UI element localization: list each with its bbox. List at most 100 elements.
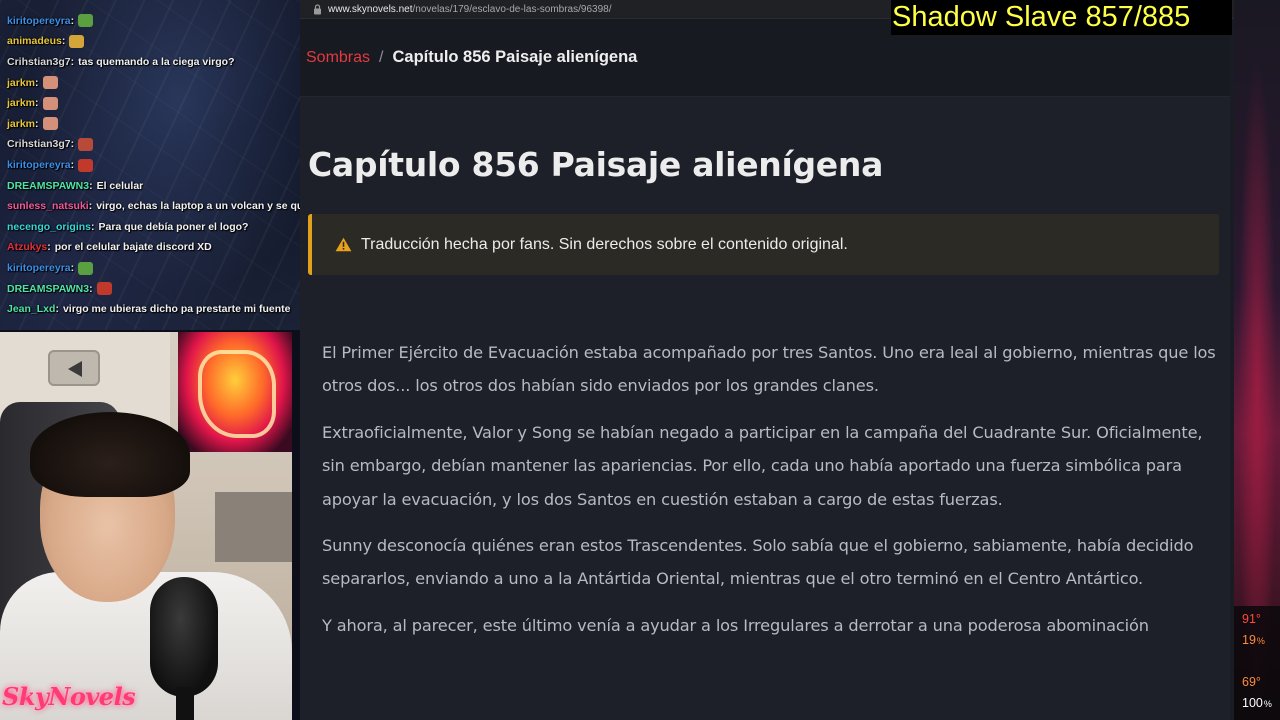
chat-emote-icon bbox=[42, 76, 58, 90]
stat-spacer bbox=[1242, 654, 1280, 675]
chat-username[interactable]: DREAMSPAWN3 bbox=[7, 180, 89, 192]
stream-title-overlay: Shadow Slave 857/885 bbox=[891, 0, 1232, 35]
browser-window: www.skynovels.net/novelas/179/esclavo-de… bbox=[300, 0, 1234, 720]
stat-load-2-unit: % bbox=[1263, 699, 1272, 709]
hardware-stats-overlay: 91° 19% 69° 100% bbox=[1234, 606, 1280, 720]
stat-load-1-unit: % bbox=[1256, 636, 1265, 646]
chat-message: Crihstian3g7 : tas quemando a la ciega vi… bbox=[0, 52, 300, 73]
paragraph: Y ahora, al parecer, este último venía a… bbox=[322, 615, 1149, 635]
chat-message: Crihstian3g7 : bbox=[0, 134, 300, 155]
chat-overlay: kiritopereyra : animadeus : Crihstian3g7 :… bbox=[0, 0, 300, 330]
chat-colon: : bbox=[55, 303, 59, 316]
chat-message: sunless_natsuki : virgo, echas la laptop … bbox=[0, 196, 300, 217]
chat-message-text: virgo, echas la laptop a un volcan y se … bbox=[96, 200, 300, 213]
chat-colon: : bbox=[70, 159, 75, 172]
chat-username[interactable]: kiritopereyra bbox=[7, 262, 71, 274]
chat-lines: kiritopereyra : animadeus : Crihstian3g7 :… bbox=[0, 0, 300, 320]
chat-message: kiritopereyra : bbox=[0, 155, 300, 176]
chat-colon: : bbox=[91, 220, 95, 233]
chat-colon: : bbox=[47, 241, 51, 254]
chat-username[interactable]: necengo_origins bbox=[7, 221, 91, 233]
microphone bbox=[150, 577, 218, 697]
chat-message: jarkm : bbox=[0, 72, 300, 93]
chat-colon: : bbox=[61, 35, 66, 48]
chapter-body: El Primer Ejército de Evacuación estaba … bbox=[322, 336, 1222, 655]
chat-username[interactable]: animadeus bbox=[7, 35, 62, 47]
microphone-arm bbox=[176, 687, 194, 720]
play-button-plaque-icon bbox=[48, 350, 100, 386]
notice-text: Traducción hecha por fans. Sin derechos … bbox=[361, 235, 848, 253]
chat-emote-icon bbox=[78, 158, 94, 172]
chat-message: kiritopereyra : bbox=[0, 11, 300, 32]
chat-emote-icon bbox=[42, 117, 58, 131]
warning-icon bbox=[334, 237, 352, 253]
chat-colon: : bbox=[35, 97, 39, 110]
url-text[interactable]: www.skynovels.net/novelas/179/esclavo-de… bbox=[328, 4, 611, 15]
chat-message: animadeus : bbox=[0, 31, 300, 52]
chat-colon: : bbox=[70, 262, 75, 275]
chat-message: jarkm : bbox=[0, 114, 300, 135]
chat-emote-icon bbox=[42, 96, 58, 110]
chat-message: jarkm : bbox=[0, 93, 300, 114]
chat-username[interactable]: Crihstian3g7 bbox=[7, 138, 71, 150]
chat-colon: : bbox=[89, 179, 93, 192]
chat-colon: : bbox=[70, 56, 75, 69]
paragraph: Sunny desconocía quiénes eran estos Tras… bbox=[322, 536, 1194, 589]
stat-load-2: 100% bbox=[1242, 696, 1280, 717]
chat-username[interactable]: Crihstian3g7 bbox=[7, 56, 71, 68]
fan-translation-notice: Traducción hecha por fans. Sin derechos … bbox=[308, 214, 1219, 275]
skynovels-watermark: SkyNovels bbox=[2, 682, 136, 711]
chat-colon: : bbox=[70, 138, 75, 151]
neon-sign bbox=[178, 332, 292, 452]
chapter-title: Capítulo 856 Paisaje alienígena bbox=[308, 145, 884, 184]
paragraph: El Primer Ejército de Evacuación estaba … bbox=[322, 343, 1216, 396]
chat-username[interactable]: sunless_natsuki bbox=[7, 200, 89, 212]
chat-emote-icon bbox=[78, 137, 94, 151]
chat-message: DREAMSPAWN3 : bbox=[0, 278, 300, 299]
chat-username[interactable]: jarkm bbox=[7, 77, 35, 89]
breadcrumb-current: Capítulo 856 Paisaje alienígena bbox=[392, 48, 638, 66]
stat-temp-2: 69° bbox=[1242, 675, 1261, 689]
chat-message: Jean_Lxd : virgo me ubieras dicho pa pres… bbox=[0, 299, 300, 320]
chat-message: kiritopereyra : bbox=[0, 258, 300, 279]
chat-message: Atzukys : por el celular bajate discord X… bbox=[0, 237, 300, 258]
chat-message-text: El celular bbox=[96, 179, 144, 192]
chat-username[interactable]: kiritopereyra bbox=[7, 15, 71, 27]
chat-message-text: Para que debía poner el logo? bbox=[98, 220, 249, 233]
chat-username[interactable]: DREAMSPAWN3 bbox=[7, 283, 89, 295]
cam-shelf bbox=[215, 492, 292, 562]
chat-username[interactable]: kiritopereyra bbox=[7, 159, 71, 171]
chat-colon: : bbox=[35, 76, 39, 89]
chat-message-text: por el celular bajate discord XD bbox=[54, 241, 212, 254]
chat-emote-icon bbox=[69, 34, 85, 48]
chat-colon: : bbox=[35, 117, 39, 130]
chat-username[interactable]: Atzukys bbox=[7, 241, 47, 253]
chat-emote-icon bbox=[78, 261, 94, 275]
chat-message-text: virgo me ubieras dicho pa prestarte mi f… bbox=[62, 303, 291, 316]
url-domain: www.skynovels.net bbox=[328, 3, 413, 15]
chat-colon: : bbox=[88, 200, 93, 213]
chat-username[interactable]: jarkm bbox=[7, 97, 35, 109]
url-path: /novelas/179/esclavo-de-las-sombras/9639… bbox=[412, 3, 612, 15]
paragraph: Extraoficialmente, Valor y Song se había… bbox=[322, 422, 1203, 509]
breadcrumb-separator: / bbox=[379, 48, 384, 66]
chat-colon: : bbox=[89, 282, 93, 295]
chat-username[interactable]: Jean_Lxd bbox=[7, 303, 55, 315]
breadcrumb-link-sombras[interactable]: Sombras bbox=[306, 49, 370, 67]
chat-message: necengo_origins : Para que debía poner el… bbox=[0, 217, 300, 238]
chat-username[interactable]: jarkm bbox=[7, 118, 35, 130]
lock-icon bbox=[310, 2, 324, 16]
chat-colon: : bbox=[70, 14, 75, 27]
chapter-content: Capítulo 856 Paisaje alienígena Traducci… bbox=[300, 97, 1234, 720]
chat-message: DREAMSPAWN3 : El celular bbox=[0, 175, 300, 196]
chat-message bbox=[0, 0, 300, 11]
stat-load-1: 19% bbox=[1242, 633, 1280, 654]
streamer-hair bbox=[30, 412, 190, 497]
chat-emote-icon bbox=[96, 282, 112, 296]
chat-message-text: tas quemando a la ciega virgo? bbox=[78, 56, 235, 69]
stat-load-1-value: 19 bbox=[1242, 633, 1256, 647]
stat-load-2-value: 100 bbox=[1242, 696, 1263, 710]
chat-emote-icon bbox=[78, 14, 94, 28]
webcam-feed bbox=[0, 332, 292, 720]
stat-temp-1: 91° bbox=[1242, 612, 1261, 626]
